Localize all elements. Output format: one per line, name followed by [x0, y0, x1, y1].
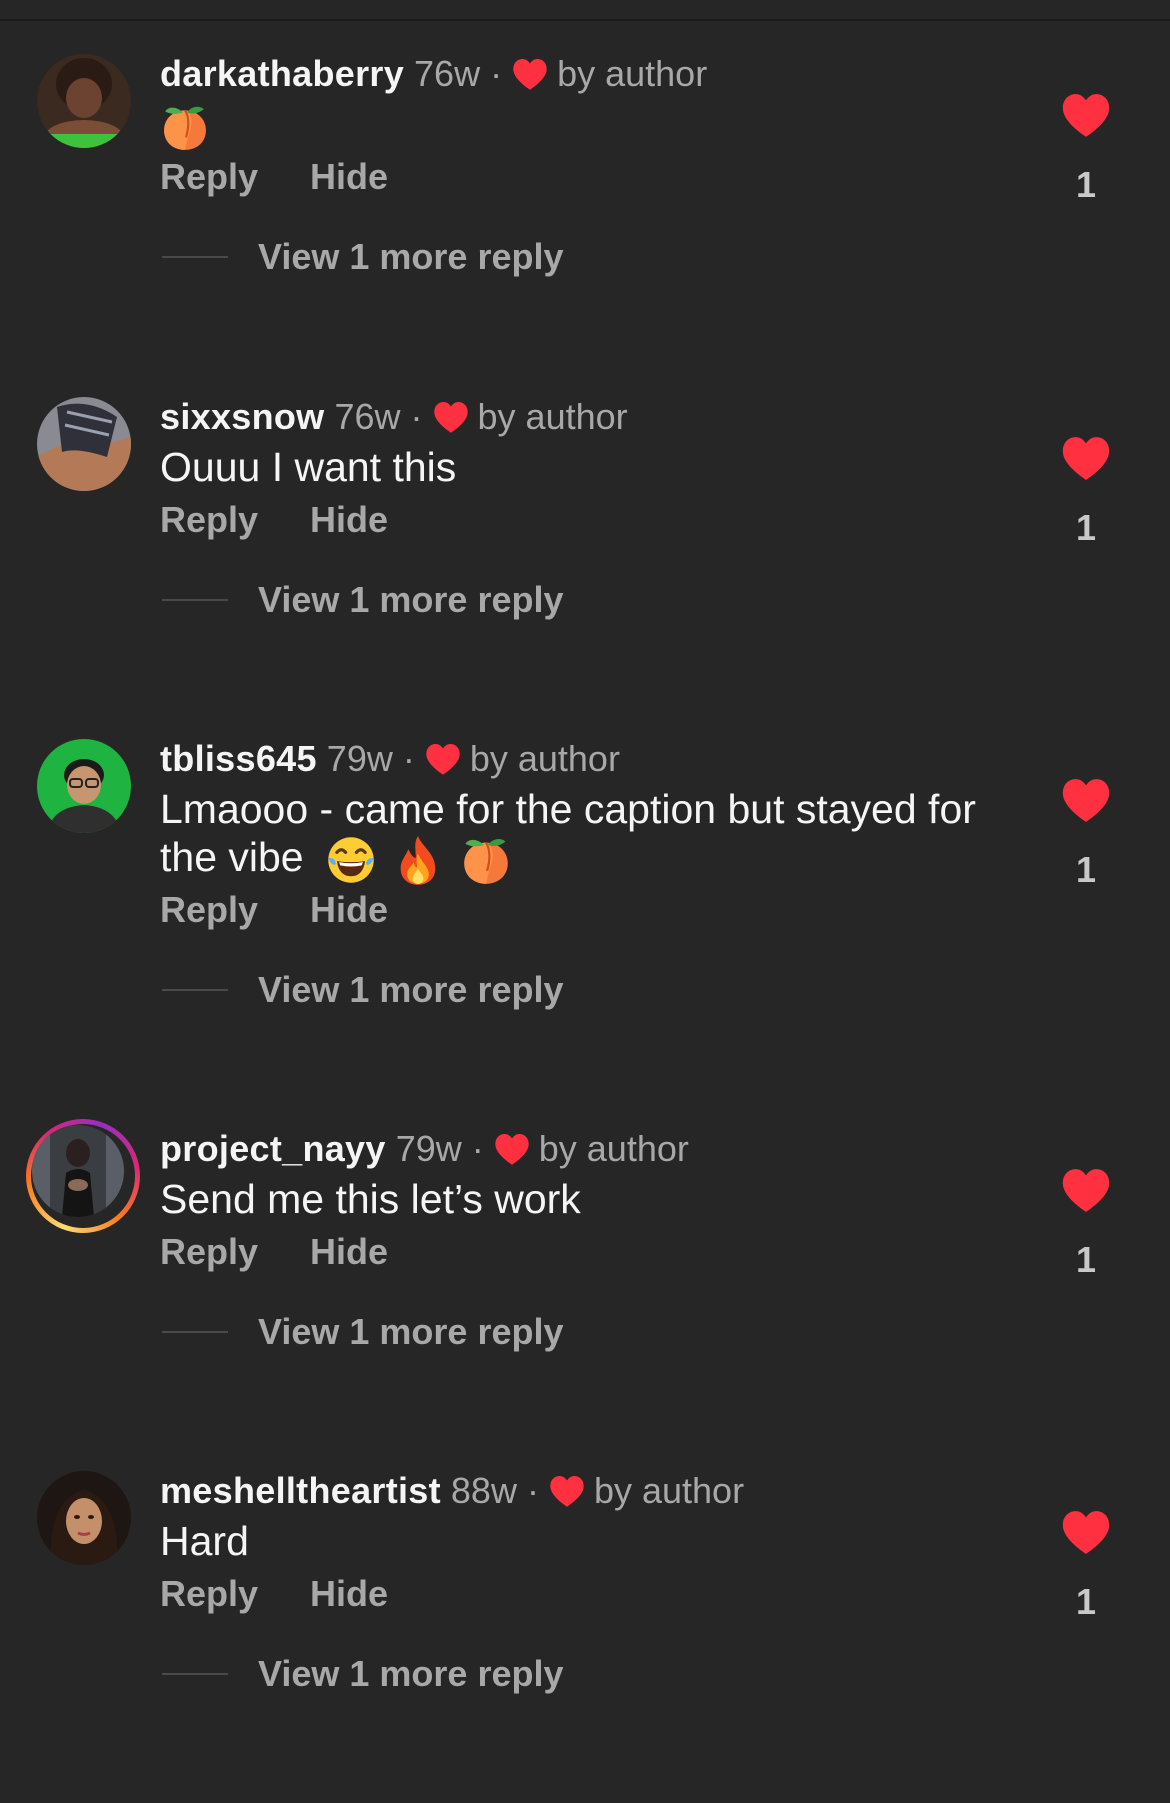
liked-by-author-heart-icon — [512, 57, 548, 91]
timestamp: 88w — [450, 1470, 517, 1511]
liked-by-author-heart-icon — [494, 1132, 530, 1166]
view-more-replies-button[interactable]: View 1 more reply — [162, 1311, 564, 1353]
liked-by-author-heart-icon — [425, 742, 461, 776]
heart-icon[interactable] — [1061, 92, 1111, 138]
comment-text: Ouuu I want this — [160, 444, 457, 490]
like-count: 1 — [1075, 164, 1097, 205]
heart-icon[interactable] — [1061, 435, 1111, 481]
comment-actions: Reply Hide — [160, 889, 440, 931]
divider-line — [162, 1673, 228, 1675]
comment-text-content: Lmaooo - came for the caption but stayed… — [160, 786, 976, 880]
heart-icon[interactable] — [1061, 1509, 1111, 1555]
by-author-label: by author — [477, 396, 628, 437]
separator-dot: · — [490, 53, 503, 94]
like-control[interactable]: 1 — [1060, 1509, 1112, 1623]
reply-button[interactable]: Reply — [160, 156, 258, 198]
like-control[interactable]: 1 — [1060, 435, 1112, 549]
avatar[interactable] — [37, 54, 131, 148]
divider-line — [162, 256, 228, 258]
by-author-label: by author — [469, 738, 620, 779]
view-more-replies-label: View 1 more reply — [258, 236, 564, 277]
comment-meta: tbliss645 79w · by author — [160, 735, 620, 783]
like-control[interactable]: 1 — [1060, 777, 1112, 891]
by-author-label: by author — [593, 1470, 745, 1511]
username[interactable]: darkathaberry — [160, 53, 404, 95]
view-more-replies-button[interactable]: View 1 more reply — [162, 1653, 564, 1695]
username[interactable]: project_nayy — [160, 1128, 386, 1170]
comment-meta: project_nayy 79w · by author — [160, 1125, 689, 1173]
hide-button[interactable]: Hide — [310, 1573, 388, 1615]
hide-button[interactable]: Hide — [310, 1231, 388, 1273]
timestamp: 79w — [326, 738, 393, 779]
hide-button[interactable]: Hide — [310, 156, 388, 198]
username[interactable]: sixxsnow — [160, 396, 324, 438]
separator-dot: · — [526, 1470, 539, 1511]
peach-emoji-icon — [160, 102, 210, 152]
view-more-replies-button[interactable]: View 1 more reply — [162, 236, 564, 278]
like-control[interactable]: 1 — [1060, 1167, 1112, 1281]
peach-emoji-icon — [460, 834, 512, 886]
like-count: 1 — [1075, 849, 1097, 890]
face-with-tears-of-joy-emoji-icon — [325, 834, 377, 886]
top-divider — [0, 19, 1170, 21]
avatar[interactable] — [37, 397, 131, 491]
view-more-replies-label: View 1 more reply — [258, 1653, 564, 1694]
avatar[interactable] — [32, 1125, 124, 1217]
heart-icon[interactable] — [1061, 1167, 1111, 1213]
by-author-label: by author — [538, 1128, 689, 1169]
like-count: 1 — [1075, 1581, 1097, 1622]
avatar[interactable] — [37, 739, 131, 833]
divider-line — [162, 989, 228, 991]
like-control[interactable]: 1 — [1060, 92, 1112, 206]
view-more-replies-button[interactable]: View 1 more reply — [162, 969, 564, 1011]
reply-button[interactable]: Reply — [160, 1573, 258, 1615]
username[interactable]: tbliss645 — [160, 738, 317, 780]
username[interactable]: meshelltheartist — [160, 1470, 441, 1512]
comment-meta: sixxsnow 76w · by author — [160, 393, 628, 441]
story-ring[interactable] — [26, 1119, 140, 1233]
reply-button[interactable]: Reply — [160, 1231, 258, 1273]
fire-emoji-icon — [392, 834, 444, 886]
separator-dot: · — [402, 738, 415, 779]
comment-text: Send me this let’s work — [160, 1176, 581, 1222]
separator-dot: · — [410, 396, 423, 437]
heart-icon[interactable] — [1061, 777, 1111, 823]
like-count: 1 — [1075, 1239, 1097, 1280]
view-more-replies-button[interactable]: View 1 more reply — [162, 579, 564, 621]
comment-meta: meshelltheartist 88w · by author — [160, 1467, 744, 1515]
comment-actions: Reply Hide — [160, 156, 440, 198]
hide-button[interactable]: Hide — [310, 889, 388, 931]
by-author-label: by author — [557, 53, 708, 94]
view-more-replies-label: View 1 more reply — [258, 579, 564, 620]
view-more-replies-label: View 1 more reply — [258, 969, 564, 1010]
comment-actions: Reply Hide — [160, 1573, 440, 1615]
reply-button[interactable]: Reply — [160, 889, 258, 931]
hide-button[interactable]: Hide — [310, 499, 388, 541]
comment-text — [160, 100, 1000, 152]
comment-text: Hard — [160, 1518, 249, 1564]
divider-line — [162, 1331, 228, 1333]
separator-dot: · — [471, 1128, 484, 1169]
view-more-replies-label: View 1 more reply — [258, 1311, 564, 1352]
comment-meta: darkathaberry 76w · by author — [160, 50, 707, 98]
timestamp: 76w — [334, 396, 401, 437]
like-count: 1 — [1075, 507, 1097, 548]
avatar[interactable] — [37, 1471, 131, 1565]
timestamp: 76w — [414, 53, 481, 94]
timestamp: 79w — [395, 1128, 462, 1169]
comment-actions: Reply Hide — [160, 499, 440, 541]
comment-actions: Reply Hide — [160, 1231, 440, 1273]
liked-by-author-heart-icon — [549, 1474, 585, 1508]
comment-text: Lmaooo - came for the caption but stayed… — [160, 785, 1000, 886]
reply-button[interactable]: Reply — [160, 499, 258, 541]
liked-by-author-heart-icon — [433, 400, 469, 434]
divider-line — [162, 599, 228, 601]
